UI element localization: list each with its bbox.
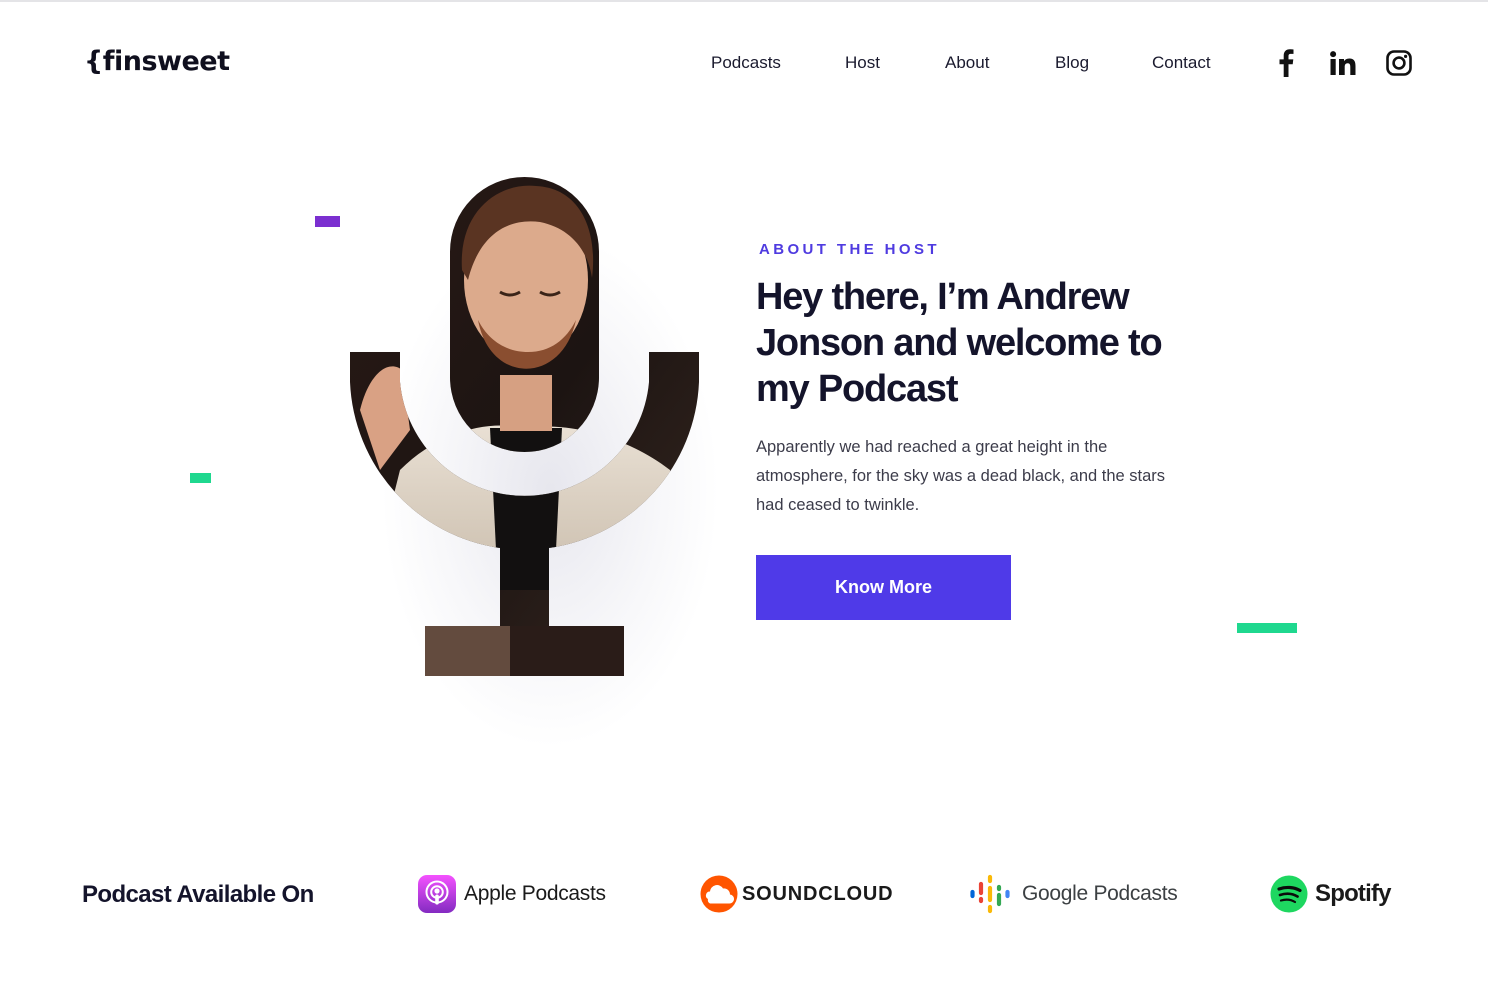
brand-logo[interactable]: {finsweet	[84, 44, 230, 80]
apple-podcasts-icon	[418, 875, 456, 913]
facebook-icon[interactable]	[1272, 48, 1300, 78]
platform-spotify[interactable]: Spotify	[1270, 874, 1392, 914]
spotify-icon	[1270, 875, 1308, 913]
platform-label: SOUNDCLOUD	[742, 882, 894, 905]
green-deco-bar-right	[1237, 623, 1297, 633]
nav-item-blog[interactable]: Blog	[1055, 52, 1089, 74]
host-portrait	[350, 177, 699, 676]
platform-label: Apple Podcasts	[464, 882, 606, 905]
platforms-heading: Podcast Available On	[82, 881, 314, 908]
top-border	[0, 0, 1488, 2]
purple-deco-bar	[315, 216, 340, 227]
section-eyebrow: ABOUT THE HOST	[759, 241, 940, 258]
linkedin-icon[interactable]	[1329, 48, 1357, 78]
hero-description: Apparently we had reached a great height…	[756, 438, 1166, 514]
google-podcasts-icon	[970, 874, 1010, 914]
hero-headline: Hey there, I’m Andrew Jonson and welcome…	[756, 276, 1163, 410]
platform-apple-podcasts[interactable]: Apple Podcasts	[418, 874, 606, 914]
nav-item-contact[interactable]: Contact	[1152, 52, 1211, 74]
know-more-button[interactable]: Know More	[756, 555, 1011, 620]
green-deco-bar	[190, 473, 211, 483]
nav-item-podcasts[interactable]: Podcasts	[711, 52, 781, 74]
nav-item-host[interactable]: Host	[845, 52, 880, 74]
platform-soundcloud[interactable]: SOUNDCLOUD	[700, 874, 893, 914]
nav-item-about[interactable]: About	[945, 52, 989, 74]
soundcloud-icon	[700, 875, 738, 913]
host-photo-mic	[340, 170, 720, 750]
platform-google-podcasts[interactable]: Google Podcasts	[970, 874, 1178, 914]
instagram-icon[interactable]	[1385, 48, 1413, 78]
platform-label: Spotify	[1315, 880, 1392, 907]
platform-label: Google Podcasts	[1022, 882, 1178, 905]
